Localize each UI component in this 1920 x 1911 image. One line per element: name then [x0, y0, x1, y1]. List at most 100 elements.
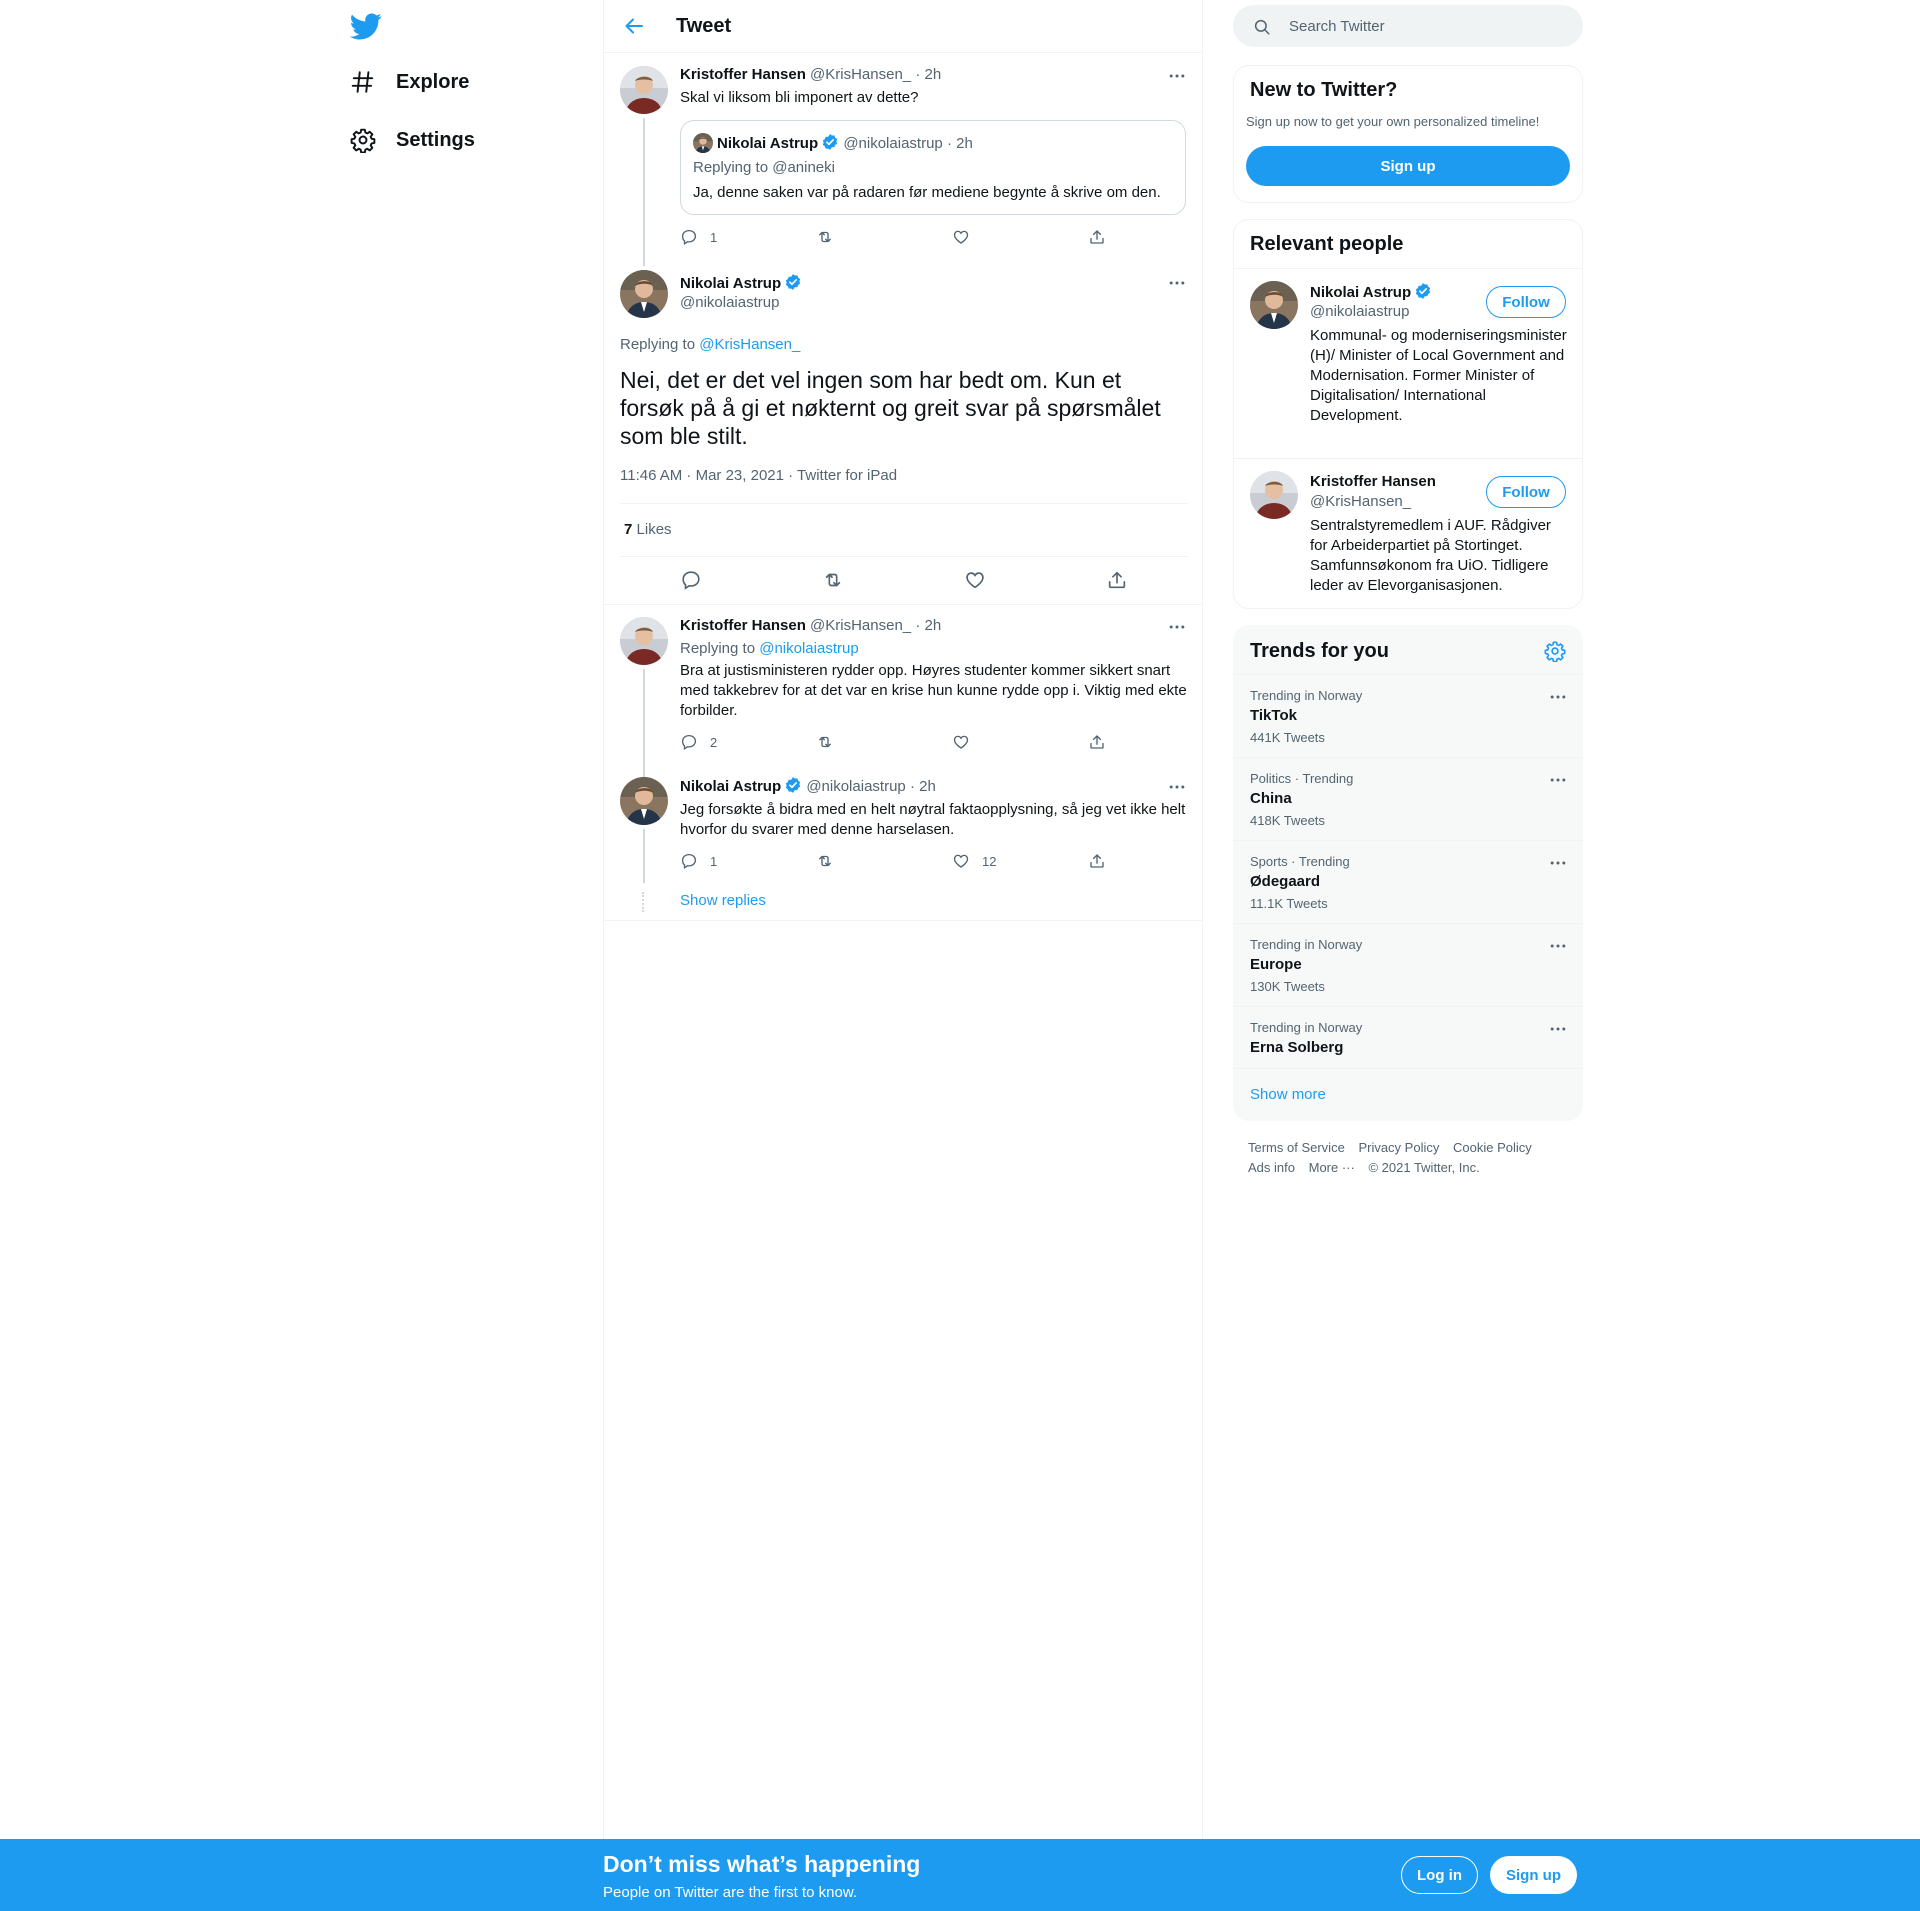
- reply-button[interactable]: [680, 569, 702, 591]
- author-name[interactable]: Kristoffer Hansen: [680, 617, 806, 634]
- retweet-button[interactable]: [816, 733, 846, 751]
- author-handle[interactable]: @KrisHansen_: [810, 66, 911, 83]
- more-link[interactable]: More ···: [1309, 1160, 1355, 1175]
- hashtag-icon: [351, 71, 374, 93]
- more-icon[interactable]: [1548, 1019, 1568, 1039]
- like-button[interactable]: 12: [952, 852, 996, 870]
- verified-icon: [821, 133, 839, 151]
- trend-item[interactable]: Sports · Trending Ødegaard 11.1K Tweets: [1234, 840, 1582, 923]
- like-button[interactable]: [952, 733, 982, 751]
- more-icon[interactable]: [1548, 770, 1568, 790]
- like-button[interactable]: [964, 569, 986, 591]
- author-handle[interactable]: @nikolaiastrup: [806, 778, 905, 795]
- tweet-time[interactable]: · 2h: [915, 617, 941, 634]
- more-icon[interactable]: [1548, 853, 1568, 873]
- person-name[interactable]: Nikolai Astrup: [1310, 284, 1411, 301]
- trend-context: Politics · Trending: [1250, 771, 1354, 786]
- quote-time: · 2h: [946, 135, 973, 152]
- person-handle[interactable]: @nikolaiastrup: [1310, 302, 1409, 322]
- replying-prefix: Replying to: [620, 336, 700, 353]
- avatar[interactable]: [1250, 471, 1298, 519]
- back-arrow-icon[interactable]: [622, 14, 646, 38]
- likes-stat[interactable]: 7 Likes: [624, 520, 672, 540]
- follow-button[interactable]: Follow: [1486, 476, 1566, 508]
- divider: [604, 920, 1203, 921]
- author-handle[interactable]: @nikolaiastrup: [680, 293, 779, 313]
- share-icon: [1088, 852, 1106, 870]
- person-bio: Sentralstyremedlem i AUF. Rådgiver for A…: [1310, 517, 1551, 594]
- avatar[interactable]: [1250, 281, 1298, 329]
- banner-signup-button[interactable]: Sign up: [1490, 1856, 1577, 1894]
- tweet-time[interactable]: · 2h: [910, 778, 936, 795]
- more-icon[interactable]: [1167, 66, 1187, 86]
- main-column: Tweet Kristoffer Hansen @KrisHansen_ · 2…: [603, 0, 1203, 1911]
- trend-name: Ødegaard: [1250, 873, 1321, 890]
- share-button[interactable]: [1088, 228, 1118, 246]
- author-name[interactable]: Nikolai Astrup: [680, 275, 781, 292]
- gear-icon[interactable]: [1544, 640, 1566, 662]
- login-button[interactable]: Log in: [1401, 1856, 1478, 1894]
- cookie-link[interactable]: Cookie Policy: [1453, 1140, 1532, 1155]
- person-handle[interactable]: @KrisHansen_: [1310, 492, 1411, 512]
- author-name[interactable]: Nikolai Astrup: [680, 778, 781, 795]
- divider: [620, 503, 1188, 504]
- trend-count: 11.1K Tweets: [1250, 896, 1328, 911]
- show-replies-link[interactable]: Show replies: [680, 891, 766, 911]
- nav-explore[interactable]: Explore: [350, 62, 469, 102]
- share-button[interactable]: [1088, 852, 1118, 870]
- quote-header: Nikolai Astrup @nikolaiastrup · 2h: [717, 133, 973, 154]
- avatar[interactable]: [620, 270, 668, 318]
- reply-button[interactable]: 1: [680, 228, 717, 246]
- author-name[interactable]: Kristoffer Hansen: [680, 66, 806, 83]
- reply-count: 2: [710, 734, 718, 750]
- quoted-tweet[interactable]: Nikolai Astrup @nikolaiastrup · 2h Reply…: [680, 120, 1186, 215]
- reply-button[interactable]: 2: [680, 733, 717, 751]
- tweet-time[interactable]: · 2h: [915, 66, 941, 83]
- search-input[interactable]: [1289, 5, 1569, 47]
- nav-settings[interactable]: Settings: [350, 120, 475, 160]
- retweet-button[interactable]: [822, 569, 844, 591]
- follow-button[interactable]: Follow: [1486, 286, 1566, 318]
- person-name[interactable]: Kristoffer Hansen: [1310, 473, 1436, 490]
- trend-count: 441K Tweets: [1250, 730, 1325, 745]
- replying-prefix: Replying to: [693, 159, 773, 176]
- more-icon[interactable]: [1548, 687, 1568, 707]
- trend-context: Trending in Norway: [1250, 1020, 1363, 1035]
- reply-count: 1: [710, 229, 718, 245]
- more-icon[interactable]: [1548, 936, 1568, 956]
- tweet-timestamp[interactable]: 11:46 AM · Mar 23, 2021 · Twitter for iP…: [620, 466, 897, 486]
- search-box[interactable]: [1233, 5, 1583, 47]
- replying-to-link[interactable]: @nikolaiastrup: [759, 640, 858, 657]
- trend-item[interactable]: Trending in Norway Erna Solberg: [1234, 1006, 1582, 1068]
- avatar[interactable]: [620, 66, 668, 114]
- more-icon[interactable]: [1167, 777, 1187, 797]
- twitter-bird-icon[interactable]: [350, 10, 382, 42]
- replying-to-link[interactable]: @KrisHansen_: [699, 336, 800, 353]
- retweet-button[interactable]: [816, 228, 846, 246]
- more-icon[interactable]: [1167, 273, 1187, 293]
- signup-button[interactable]: Sign up: [1246, 146, 1570, 186]
- reply-button[interactable]: 1: [680, 852, 717, 870]
- ads-info-link[interactable]: Ads info: [1248, 1160, 1295, 1175]
- tweet-actions: 1: [680, 228, 1188, 248]
- trends-card: Trends for you Trending in Norway TikTok…: [1233, 625, 1583, 1121]
- avatar[interactable]: [620, 617, 668, 665]
- share-button[interactable]: [1088, 733, 1118, 751]
- privacy-link[interactable]: Privacy Policy: [1358, 1140, 1439, 1155]
- reply-icon: [680, 733, 698, 751]
- replying-to-link[interactable]: @anineki: [772, 159, 835, 176]
- more-icon[interactable]: [1167, 617, 1187, 637]
- author-handle[interactable]: @KrisHansen_: [810, 617, 911, 634]
- share-button[interactable]: [1106, 569, 1128, 591]
- like-button[interactable]: [952, 228, 982, 246]
- trend-item[interactable]: Trending in Norway TikTok 441K Tweets: [1234, 674, 1582, 757]
- show-more-link[interactable]: Show more: [1250, 1086, 1326, 1103]
- terms-link[interactable]: Terms of Service: [1248, 1140, 1345, 1155]
- trend-item[interactable]: Trending in Norway Europe 130K Tweets: [1234, 923, 1582, 1006]
- avatar[interactable]: [620, 777, 668, 825]
- trend-item[interactable]: Politics · Trending China 418K Tweets: [1234, 757, 1582, 840]
- verified-icon: [1414, 282, 1432, 300]
- quote-text: Ja, denne saken var på radaren før medie…: [693, 184, 1161, 201]
- relevant-people-card: Relevant people Nikolai Astrup @nikolaia…: [1233, 219, 1583, 609]
- retweet-button[interactable]: [816, 852, 846, 870]
